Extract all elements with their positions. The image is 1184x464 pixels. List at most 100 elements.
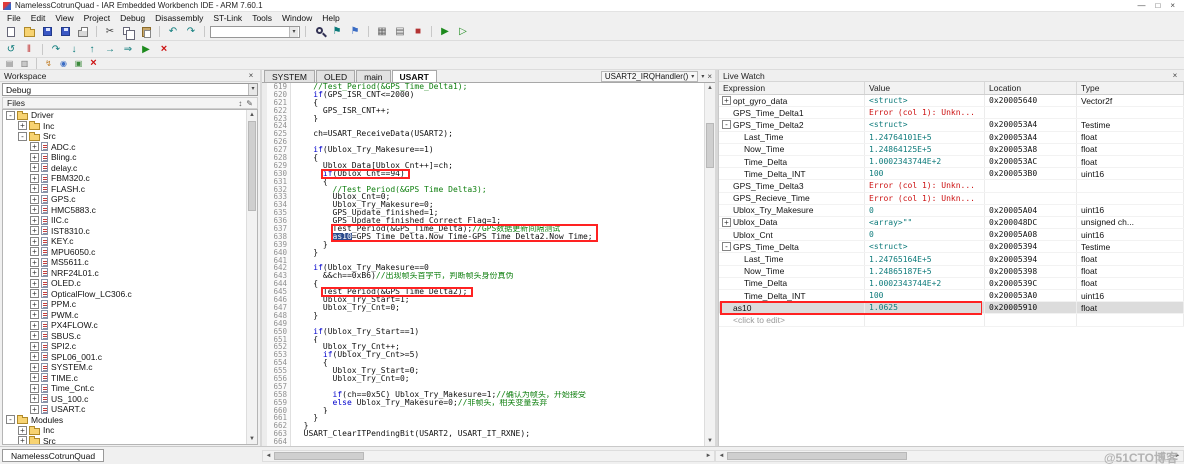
stlink-power-icon[interactable]: ↯ xyxy=(42,59,55,69)
close-icon[interactable]: × xyxy=(1170,1,1175,11)
tree-item-time-cnt-c[interactable]: +Time_Cnt.c xyxy=(3,383,246,394)
stop-build-icon[interactable]: ■ xyxy=(410,25,426,38)
next-statement-icon[interactable]: → xyxy=(102,43,118,56)
scroll-down-icon[interactable]: ▼ xyxy=(705,436,715,446)
tree-item-src[interactable]: -Src xyxy=(3,131,246,142)
menu-item-edit[interactable]: Edit xyxy=(26,13,51,23)
watch-cell-value[interactable]: 1.24764101E+5 xyxy=(865,132,985,143)
watch-row-Now_Time[interactable]: Now_Time1.24864125E+50x200053A8float xyxy=(719,144,1184,156)
code-line-636[interactable]: 636 GPS_Update_finished_Correct_Flag=1; xyxy=(262,217,704,225)
code-line-640[interactable]: 640 } xyxy=(262,249,704,257)
code-line-664[interactable]: 664 xyxy=(262,438,704,446)
tab-oled[interactable]: OLED xyxy=(316,70,355,82)
expand-icon[interactable]: + xyxy=(30,142,39,151)
tree-item-delay-c[interactable]: +delay.c xyxy=(3,163,246,174)
scrollbar-thumb[interactable] xyxy=(706,123,714,168)
tree-item-spl06-001-c[interactable]: +SPL06_001.c xyxy=(3,352,246,363)
expand-icon[interactable]: + xyxy=(30,247,39,256)
tree-item-fbm320-c[interactable]: +FBM320.c xyxy=(3,173,246,184)
watch-row-Time_Delta_INT[interactable]: Time_Delta_INT1000x200053B0uint16 xyxy=(719,168,1184,180)
expand-icon[interactable]: + xyxy=(30,153,39,162)
code-editor[interactable]: 619 //Test_Period(&GPS_Time_Delta1);620 … xyxy=(262,83,704,446)
close-icon[interactable]: × xyxy=(246,71,256,80)
collapse-icon[interactable]: - xyxy=(722,120,731,129)
expand-icon[interactable]: + xyxy=(18,436,27,444)
code-line-641[interactable]: 641 xyxy=(262,257,704,265)
watch-cell-value[interactable]: 1.0625 xyxy=(865,302,985,313)
tree-item-src[interactable]: +Src xyxy=(3,436,246,445)
tree-item-us-100-c[interactable]: +US_100.c xyxy=(3,394,246,405)
quick-search-combobox[interactable]: ▾ xyxy=(210,26,300,38)
code-line-626[interactable]: 626 xyxy=(262,138,704,146)
watch-row-GPS_Time_Delta1[interactable]: GPS_Time_Delta1Error (col 1): Unkn... xyxy=(719,107,1184,119)
toggle-bookmark-icon[interactable]: ⚑ xyxy=(329,25,345,38)
menu-item-debug[interactable]: Debug xyxy=(115,13,150,23)
expand-icon[interactable]: + xyxy=(18,426,27,435)
tree-item-bling-c[interactable]: +Bling.c xyxy=(3,152,246,163)
menu-item-view[interactable]: View xyxy=(50,13,78,23)
column-header-type[interactable]: Type xyxy=(1077,82,1184,94)
minimize-icon[interactable]: — xyxy=(1137,1,1145,11)
code-line-658[interactable]: 658 if(ch==0x5C) Ublox_Try_Makesure=1;//… xyxy=(262,391,704,399)
compile-icon[interactable]: ▤ xyxy=(392,25,408,38)
watch-row-GPS_Time_Delta3[interactable]: GPS_Time_Delta3Error (col 1): Unkn... xyxy=(719,180,1184,192)
watch-row-Time_Delta[interactable]: Time_Delta1.0002343744E+20x2000539Cfloat xyxy=(719,278,1184,290)
code-line-655[interactable]: 655 Ublox_Try_Start=0; xyxy=(262,367,704,375)
expand-icon[interactable]: + xyxy=(30,237,39,246)
watch-cell-value[interactable]: 100 xyxy=(865,168,985,179)
expand-icon[interactable]: + xyxy=(30,373,39,382)
tree-item-usart-c[interactable]: +USART.c xyxy=(3,404,246,415)
open-file-icon[interactable] xyxy=(21,25,37,38)
watch-row-Ublox_Data[interactable]: +Ublox_Data<array>""0x200048DCunsigned c… xyxy=(719,217,1184,229)
tree-item-oled-c[interactable]: +OLED.c xyxy=(3,278,246,289)
watch-row-Time_Delta[interactable]: Time_Delta1.0002343744E+20x200053ACfloat xyxy=(719,156,1184,168)
code-line-621[interactable]: 621 { xyxy=(262,99,704,107)
expand-icon[interactable]: + xyxy=(30,205,39,214)
code-line-634[interactable]: 634 Ublox_Try_Makesure=0; xyxy=(262,201,704,209)
code-line-660[interactable]: 660 } xyxy=(262,407,704,415)
watch-cell-value[interactable]: <struct> xyxy=(865,119,985,130)
scroll-up-icon[interactable]: ▲ xyxy=(705,83,715,93)
expand-icon[interactable]: + xyxy=(30,174,39,183)
menu-item-help[interactable]: Help xyxy=(317,13,344,23)
code-line-653[interactable]: 653 if(Ublox_Try_Cnt>=5) xyxy=(262,351,704,359)
watch-cell-value[interactable]: 0 xyxy=(865,205,985,216)
code-line-662[interactable]: 662 } xyxy=(262,422,704,430)
watch-row-Ublox_Try_Makesure[interactable]: Ublox_Try_Makesure00x20005A04uint16 xyxy=(719,205,1184,217)
code-line-645[interactable]: 645 Test_Period(&GPS_Time_Delta2); xyxy=(262,288,704,296)
workspace-scrollbar[interactable]: ▲ ▼ xyxy=(246,110,257,444)
editor-horizontal-scrollbar[interactable]: ◄ ► xyxy=(262,450,715,462)
tree-item-key-c[interactable]: +KEY.c xyxy=(3,236,246,247)
watch-cell-value[interactable]: <struct> xyxy=(865,95,985,106)
function-dropdown[interactable]: USART2_IRQHandler() ▾ xyxy=(601,71,698,82)
expand-icon[interactable]: + xyxy=(30,163,39,172)
tree-item-inc[interactable]: +Inc xyxy=(3,121,246,132)
code-line-638[interactable]: 638 as10=GPS_Time_Delta.Now_Time-GPS_Tim… xyxy=(262,233,704,241)
tree-item-iic-c[interactable]: +IIC.c xyxy=(3,215,246,226)
code-line-629[interactable]: 629 Ublox_Data[Ublox_Cnt++]=ch; xyxy=(262,162,704,170)
tab-main[interactable]: main xyxy=(356,70,390,82)
menu-item-disassembly[interactable]: Disassembly xyxy=(150,13,208,23)
code-line-642[interactable]: 642 if(Ublox_Try_Makesure==0 xyxy=(262,264,704,272)
expand-icon[interactable]: + xyxy=(30,279,39,288)
code-line-619[interactable]: 619 //Test_Period(&GPS_Time_Delta1); xyxy=(262,83,704,91)
watch-cell-value[interactable]: <array>"" xyxy=(865,217,985,228)
new-document-icon[interactable] xyxy=(3,25,19,38)
scrollbar-thumb[interactable] xyxy=(727,452,907,460)
step-into-icon[interactable]: ↓ xyxy=(66,43,82,56)
code-line-631[interactable]: 631 { xyxy=(262,178,704,186)
menu-item-tools[interactable]: Tools xyxy=(247,13,277,23)
code-line-624[interactable]: 624 xyxy=(262,122,704,130)
column-header-value[interactable]: Value xyxy=(865,82,985,94)
menu-item-project[interactable]: Project xyxy=(79,13,115,23)
code-line-635[interactable]: 635 GPS_Update_finished=1; xyxy=(262,209,704,217)
tree-item-ist8310-c[interactable]: +IST8310.c xyxy=(3,226,246,237)
make-icon[interactable]: ▦ xyxy=(374,25,390,38)
collapse-icon[interactable]: - xyxy=(6,111,15,120)
expand-icon[interactable]: + xyxy=(30,342,39,351)
tree-item-modules[interactable]: -Modules xyxy=(3,415,246,426)
watch-row-GPS_Time_Delta[interactable]: -GPS_Time_Delta<struct>0x20005394Testime xyxy=(719,241,1184,253)
code-line-643[interactable]: 643 &&ch==0xB6)//出现帧头首字节，判断帧头身份真伪 xyxy=(262,272,704,280)
tree-item-opticalflow-lc306-c[interactable]: +OpticalFlow_LC306.c xyxy=(3,289,246,300)
menu-item-window[interactable]: Window xyxy=(277,13,317,23)
